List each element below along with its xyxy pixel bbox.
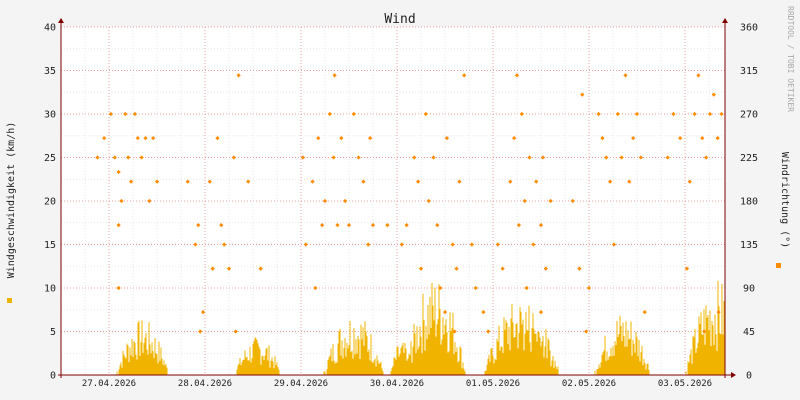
left-axis-label: Windgeschwindigkeit (km/h)	[6, 122, 17, 279]
x-tick-label: 03.05.2026	[658, 379, 712, 389]
x-tick-label: 02.05.2026	[562, 379, 616, 389]
right-tick-label: 225	[740, 153, 758, 164]
right-axis-label: Windrichtung (°)	[779, 152, 790, 248]
chart-title: Wind	[384, 12, 415, 27]
left-tick-label: 15	[44, 240, 56, 251]
legend-marker-direction	[776, 263, 781, 268]
left-tick-label: 5	[50, 327, 56, 338]
rrdtool-watermark: RRDTOOL / TOBI OETIKER	[786, 6, 795, 112]
x-tick-label: 01.05.2026	[466, 379, 520, 389]
chart-container: 0 5 10 15 20 25 30 35 40 0 45 90 135 180 225 270 315 360…	[0, 0, 800, 400]
right-tick-label: 90	[743, 284, 755, 295]
right-tick-label: 315	[740, 66, 758, 77]
x-tick-label: 27.04.2026	[82, 379, 136, 389]
left-tick-label: 35	[44, 66, 56, 77]
wind-chart: 0 5 10 15 20 25 30 35 40 0 45 90 135 180 225 270 315 360…	[0, 0, 800, 400]
left-tick-label: 0	[50, 371, 56, 382]
left-tick-label: 10	[44, 284, 56, 295]
left-tick-label: 30	[44, 110, 56, 121]
right-tick-label: 360	[740, 23, 758, 34]
x-tick-label: 28.04.2026	[178, 379, 232, 389]
right-tick-label: 0	[746, 371, 752, 382]
right-tick-label: 45	[743, 327, 755, 338]
right-tick-label: 270	[740, 110, 758, 121]
right-tick-label: 180	[740, 197, 758, 208]
right-tick-label: 135	[740, 240, 758, 251]
left-tick-label: 20	[44, 197, 56, 208]
legend-marker-speed	[7, 298, 12, 303]
x-tick-label: 30.04.2026	[370, 379, 424, 389]
left-tick-label: 25	[44, 153, 56, 164]
x-tick-label: 29.04.2026	[274, 379, 328, 389]
left-tick-label: 40	[44, 23, 56, 34]
